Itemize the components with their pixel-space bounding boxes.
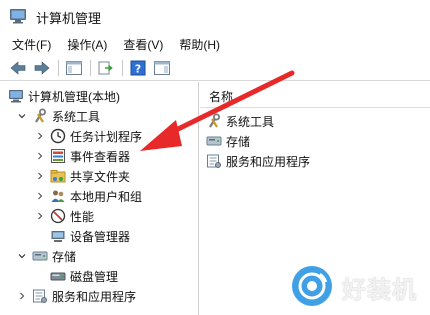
- users-icon: [50, 188, 66, 204]
- column-header-name[interactable]: 名称: [209, 88, 233, 105]
- chevron-right-icon[interactable]: [34, 210, 46, 222]
- list-item-label: 系统工具: [226, 114, 275, 129]
- console-tree: 计算机管理(本地) 系统工具 任务计划程序 事件查看器 共享文件夹 本地用户和组…: [0, 82, 199, 315]
- tree-item-storage[interactable]: 存储: [16, 246, 76, 266]
- tree-item-label: 事件查看器: [70, 149, 131, 164]
- show-action-pane-icon[interactable]: [152, 58, 172, 78]
- services-icon: [32, 288, 48, 304]
- svg-text:?: ?: [135, 63, 141, 76]
- chevron-down-icon[interactable]: [16, 250, 28, 262]
- title-bar: 计算机管理: [0, 0, 430, 33]
- chevron-down-icon[interactable]: [16, 110, 28, 122]
- tree-item-shared-folders[interactable]: 共享文件夹: [34, 166, 130, 186]
- tree-item-label: 设备管理器: [70, 229, 131, 244]
- chevron-right-icon[interactable]: [16, 290, 28, 302]
- list-item-label: 存储: [226, 134, 251, 149]
- forward-arrow-icon[interactable]: [32, 58, 52, 78]
- tree-item-label: 本地用户和组: [70, 189, 143, 204]
- tree-item-label: 磁盘管理: [70, 269, 119, 284]
- tree-item-label: 任务计划程序: [70, 129, 143, 144]
- computer-management-icon: [9, 8, 27, 24]
- storage-icon: [206, 133, 222, 149]
- back-arrow-icon[interactable]: [8, 58, 28, 78]
- export-list-icon[interactable]: [96, 58, 116, 78]
- tree-item-services-apps[interactable]: 服务和应用程序: [16, 286, 136, 306]
- tree-item-local-users[interactable]: 本地用户和组: [34, 186, 142, 206]
- tools-icon: [206, 113, 222, 129]
- toolbar-separator: [90, 60, 91, 76]
- performance-icon: [50, 208, 66, 224]
- watermark: 好装机: [290, 262, 430, 312]
- tree-item-device-manager[interactable]: 设备管理器: [50, 226, 130, 246]
- shared-folder-icon: [50, 168, 66, 184]
- tree-item-performance[interactable]: 性能: [34, 206, 94, 226]
- list-item[interactable]: 服务和应用程序: [206, 151, 310, 171]
- tree-item-system-tools[interactable]: 系统工具: [16, 106, 100, 126]
- toolbar-separator: [58, 60, 59, 76]
- tree-item-label: 性能: [70, 209, 95, 224]
- menu-file[interactable]: 文件(F): [10, 34, 53, 55]
- tree-item-label: 计算机管理(本地): [28, 89, 120, 104]
- device-manager-icon: [50, 228, 66, 244]
- chevron-right-icon[interactable]: [34, 190, 46, 202]
- list-item-label: 服务和应用程序: [226, 154, 311, 169]
- tree-item-label: 服务和应用程序: [52, 289, 137, 304]
- event-viewer-icon: [50, 148, 66, 164]
- help-icon[interactable]: ?: [128, 58, 148, 78]
- menu-view[interactable]: 查看(V): [121, 34, 165, 55]
- clock-icon: [50, 128, 66, 144]
- toolbar: ?: [0, 55, 430, 81]
- tools-icon: [32, 108, 48, 124]
- tree-item-label: 系统工具: [52, 109, 101, 124]
- tree-item-label: 共享文件夹: [70, 169, 131, 184]
- tree-item-root[interactable]: 计算机管理(本地): [8, 86, 120, 106]
- tree-item-label: 存储: [52, 249, 77, 264]
- show-hide-console-tree-icon[interactable]: [64, 58, 84, 78]
- menu-help[interactable]: 帮助(H): [177, 34, 222, 55]
- watermark-text: 好装机: [342, 275, 417, 304]
- chevron-right-icon[interactable]: [34, 130, 46, 142]
- chevron-right-icon[interactable]: [34, 170, 46, 182]
- menu-bar: 文件(F) 操作(A) 查看(V) 帮助(H): [0, 33, 430, 55]
- disk-management-icon: [50, 268, 66, 284]
- tree-item-event-viewer[interactable]: 事件查看器: [34, 146, 130, 166]
- list-item[interactable]: 系统工具: [206, 111, 274, 131]
- computer-management-icon: [8, 88, 24, 104]
- chevron-right-icon[interactable]: [34, 150, 46, 162]
- toolbar-separator: [122, 60, 123, 76]
- watermark-logo-icon: [290, 264, 334, 311]
- computer-management-window: 计算机管理 文件(F) 操作(A) 查看(V) 帮助(H) ? 计算机管理(本地…: [0, 0, 430, 315]
- tree-item-disk-management[interactable]: 磁盘管理: [50, 266, 118, 286]
- storage-icon: [32, 248, 48, 264]
- window-title: 计算机管理: [36, 11, 102, 26]
- services-icon: [206, 153, 222, 169]
- list-item[interactable]: 存储: [206, 131, 250, 151]
- tree-item-task-scheduler[interactable]: 任务计划程序: [34, 126, 142, 146]
- menu-action[interactable]: 操作(A): [65, 34, 109, 55]
- header-divider: [200, 107, 430, 108]
